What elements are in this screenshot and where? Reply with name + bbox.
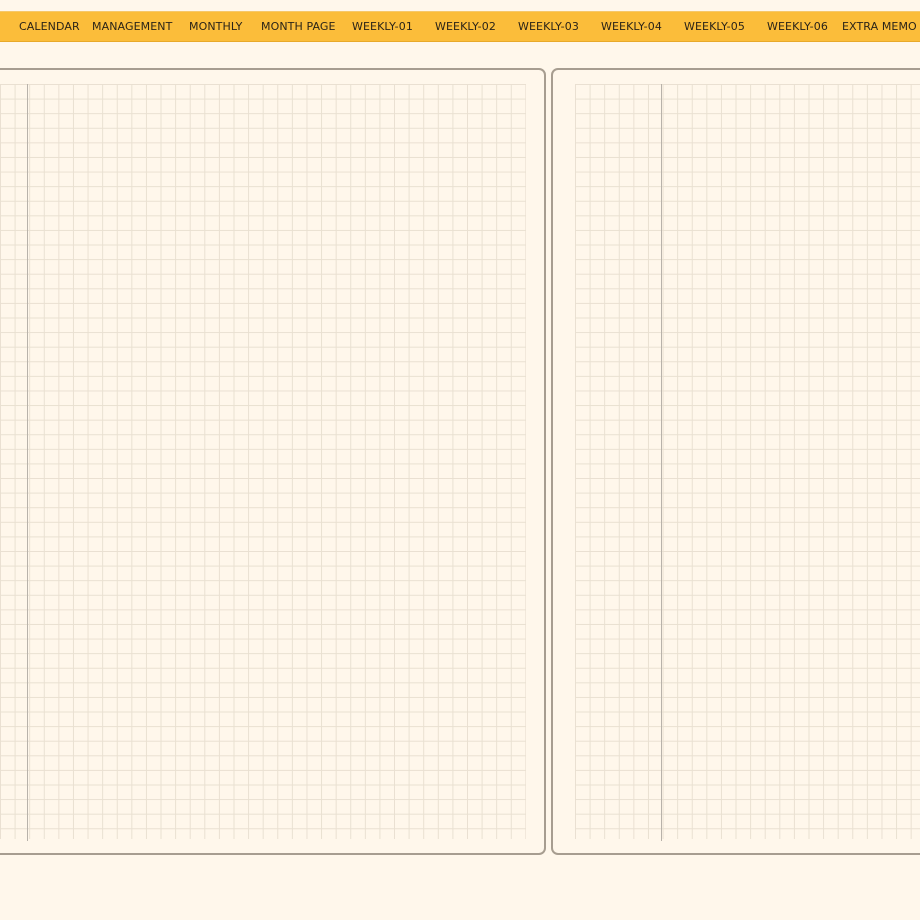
right-page-margin-line [661, 84, 662, 841]
tab-weekly-03[interactable]: WEEKLY-03 [518, 12, 579, 41]
left-page-margin-line [27, 84, 28, 841]
tab-weekly-02[interactable]: WEEKLY-02 [435, 12, 496, 41]
tab-extra-memo[interactable]: EXTRA MEMO [842, 12, 917, 41]
left-grid-page[interactable] [0, 68, 546, 855]
tab-weekly-05[interactable]: WEEKLY-05 [684, 12, 745, 41]
left-page-grid [0, 84, 526, 839]
tab-calendar[interactable]: CALENDAR [19, 12, 80, 41]
tab-month-page[interactable]: MONTH PAGE [261, 12, 336, 41]
tab-bar: CALENDAR MANAGEMENT MONTHLY MONTH PAGE W… [0, 11, 920, 42]
tab-weekly-01[interactable]: WEEKLY-01 [352, 12, 413, 41]
right-page-grid [575, 84, 920, 839]
tab-weekly-06[interactable]: WEEKLY-06 [767, 12, 828, 41]
tab-monthly[interactable]: MONTHLY [189, 12, 242, 41]
right-grid-page[interactable] [551, 68, 920, 855]
tab-weekly-04[interactable]: WEEKLY-04 [601, 12, 662, 41]
tab-management[interactable]: MANAGEMENT [92, 12, 172, 41]
